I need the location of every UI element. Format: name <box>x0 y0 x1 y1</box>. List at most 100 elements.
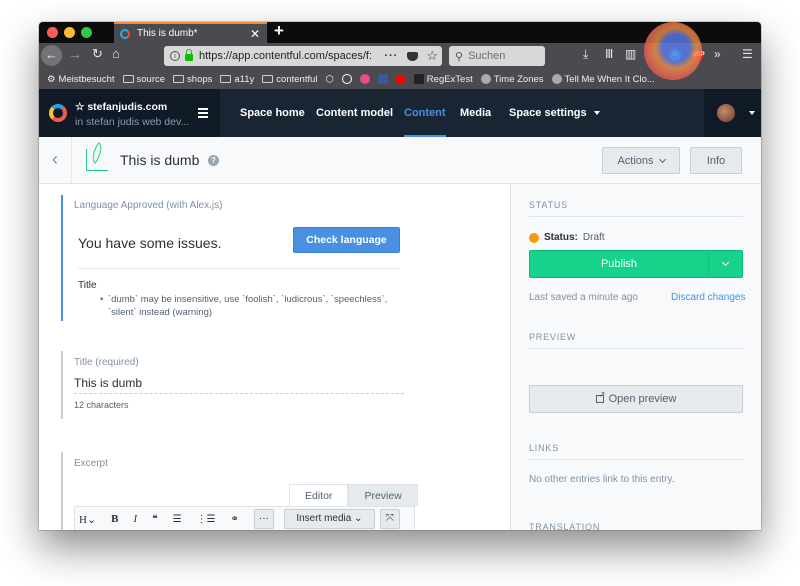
actions-label: Actions <box>617 154 654 167</box>
search-placeholder: Suchen <box>468 50 506 62</box>
close-window-button[interactable] <box>47 27 58 38</box>
close-tab-icon[interactable]: ✕ <box>250 27 260 41</box>
publish-button-group: Publish <box>529 250 743 278</box>
tab-editor[interactable]: Editor <box>289 484 349 506</box>
status-badge: Draft <box>582 232 605 243</box>
new-tab-button[interactable]: + <box>274 22 284 41</box>
fullscreen-button[interactable]: ⤧ <box>379 509 400 529</box>
issue-group-title: Title <box>78 280 97 291</box>
bookmark-item[interactable]: RegExTest <box>413 74 473 85</box>
bookmark-codepen[interactable]: ⬡ <box>326 74 334 85</box>
issue-item: `dumb` may be insensitive, use `foolish`… <box>100 294 408 319</box>
bookmark-item[interactable]: a11y <box>220 74 254 85</box>
issue-group: Title `dumb` may be insensitive, use `fo… <box>78 280 411 319</box>
info-icon[interactable]: i <box>170 51 180 61</box>
minimize-window-button[interactable] <box>64 27 75 38</box>
entry-header: ‹ This is dumb ? Actions Info <box>39 137 761 184</box>
search-bar[interactable]: ⚲ Suchen <box>449 46 545 66</box>
italic-button[interactable]: I <box>134 513 138 525</box>
open-preview-button[interactable]: Open preview <box>529 385 743 413</box>
pocket-icon[interactable] <box>407 51 419 61</box>
chevron-down-icon <box>721 258 730 267</box>
search-icon: ⚲ <box>455 50 464 63</box>
forward-button[interactable]: → <box>68 46 82 62</box>
status-heading: STATUS <box>529 200 743 217</box>
url-bar[interactable]: i https://app.contentful.com/spaces/f: ·… <box>164 46 442 66</box>
bookmark-dribbble[interactable] <box>359 74 370 84</box>
ordered-list-button[interactable]: ⋮☰ <box>197 514 216 525</box>
nav-content[interactable]: Content <box>404 89 446 137</box>
bookmark-item[interactable]: Time Zones <box>480 74 544 85</box>
link-button[interactable]: ⚭ <box>231 514 239 525</box>
nav-content-model[interactable]: Content model <box>316 89 393 137</box>
check-language-button[interactable]: Check language <box>293 227 400 253</box>
status-dot-icon <box>529 232 539 243</box>
quote-button[interactable]: ❝ <box>152 514 157 525</box>
entry-sidebar: STATUS Status: Draft Publish Last saved … <box>510 184 761 530</box>
info-button[interactable]: Info <box>690 147 742 174</box>
gear-icon: ⚙ <box>47 73 56 85</box>
bookmark-facebook[interactable] <box>377 74 388 84</box>
bookmark-github[interactable] <box>341 74 352 84</box>
bookmark-item[interactable]: contentful <box>262 74 318 85</box>
back-arrow-icon[interactable]: ‹ <box>39 137 72 184</box>
bookmark-star-icon[interactable]: ☆ <box>426 48 438 64</box>
firefox-logo-icon <box>644 22 702 80</box>
back-button[interactable]: ← <box>41 45 62 66</box>
bookmark-item[interactable]: ⚙ Meistbesucht <box>47 74 115 85</box>
folder-icon <box>220 75 232 83</box>
open-preview-label: Open preview <box>608 393 677 405</box>
nav-media[interactable]: Media <box>460 89 491 137</box>
bookmark-item[interactable]: source <box>122 74 165 85</box>
unordered-list-button[interactable]: ☰ <box>173 514 182 525</box>
insert-media-button[interactable]: Insert media ⌄ <box>283 509 375 529</box>
publish-button[interactable]: Publish <box>530 251 708 277</box>
library-icon[interactable]: Ⅲ <box>605 47 613 61</box>
folder-icon <box>122 75 134 83</box>
char-count: 12 characters <box>74 400 129 410</box>
bookmark-youtube[interactable] <box>395 75 406 83</box>
nav-space-settings-label: Space settings <box>509 107 587 119</box>
lock-icon <box>185 49 193 61</box>
youtube-icon <box>395 75 406 83</box>
bold-button[interactable]: B <box>111 513 118 525</box>
download-icon[interactable]: ⤓ <box>583 47 588 62</box>
menu-icon[interactable]: ☰ <box>742 47 753 61</box>
reload-button[interactable]: ↻ <box>92 46 103 62</box>
external-link-icon <box>595 390 605 403</box>
excerpt-field: Excerpt Editor Preview H⌄ B I ❝ ☰ ⋮☰ ⚭ ·… <box>61 452 421 530</box>
heading-button[interactable]: H⌄ <box>79 513 96 526</box>
globe-icon <box>551 74 562 84</box>
publish-options-button[interactable] <box>708 251 742 277</box>
space-switcher[interactable]: ☆ stefanjudis.com in stefan judis web de… <box>39 89 220 137</box>
bookmark-item[interactable]: shops <box>173 74 212 85</box>
nav-space-home[interactable]: Space home <box>240 89 305 137</box>
maximize-window-button[interactable] <box>81 27 92 38</box>
overflow-icon[interactable]: » <box>714 47 721 61</box>
actions-button[interactable]: Actions <box>602 147 680 174</box>
discard-changes-link[interactable]: Discard changes <box>671 292 745 303</box>
globe-icon <box>480 74 491 84</box>
url-text[interactable]: https://app.contentful.com/spaces/f: <box>199 50 384 62</box>
entry-feather-icon <box>86 149 108 171</box>
field-label: Language Approved (with Alex.js) <box>74 200 223 211</box>
preview-heading: PREVIEW <box>529 332 743 349</box>
help-icon[interactable]: ? <box>208 155 219 166</box>
links-text: No other entries link to this entry. <box>529 474 675 485</box>
avatar <box>717 104 735 122</box>
alex-field: Language Approved (with Alex.js) You hav… <box>61 195 411 321</box>
hamburger-icon[interactable] <box>198 108 208 120</box>
sidebar-icon[interactable]: ▥ <box>625 47 636 61</box>
more-button[interactable]: ··· <box>253 509 274 529</box>
folder-icon <box>173 75 185 83</box>
bookmark-item[interactable]: Tell Me When It Clo... <box>551 74 655 85</box>
more-actions-icon[interactable]: ··· <box>384 50 398 62</box>
title-input[interactable]: This is dumb <box>74 376 404 394</box>
browser-tab[interactable]: This is dumb* ✕ <box>114 22 267 43</box>
tab-preview[interactable]: Preview <box>348 484 418 506</box>
issues-summary: You have some issues. <box>78 235 222 251</box>
tab-title: This is dumb* <box>137 28 198 39</box>
user-menu[interactable] <box>704 89 761 137</box>
nav-space-settings[interactable]: Space settings <box>509 89 600 137</box>
home-button[interactable]: ⌂ <box>112 46 120 61</box>
